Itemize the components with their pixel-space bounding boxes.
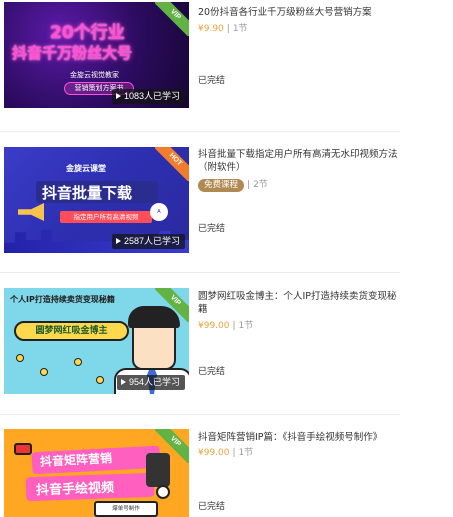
thumbnail-text: 个人IP打造持续卖货变现秘籍 [10, 295, 115, 304]
decorative-flower [96, 376, 104, 384]
course-price: ¥99.00 [198, 321, 230, 331]
thumbnail-text: 圆梦网红吸金博主 [14, 321, 129, 341]
divider [0, 272, 400, 273]
thumbnail-text: 抖音批量下载 [42, 184, 133, 202]
camera-icon [14, 443, 32, 455]
learner-count-badge: 1083人已学习 [111, 89, 185, 104]
course-thumbnail[interactable]: 20个行业 抖音千万粉丝大号 金旋云视觉教家 营销策划方案书 VIP 1083人… [4, 2, 189, 108]
course-status: 已完结 [198, 76, 226, 86]
course-thumbnail[interactable]: 个人IP打造持续卖货变现秘籍 圆梦网红吸金博主 VIP 954人已学习 [4, 288, 189, 394]
course-status: 已完结 [198, 367, 226, 377]
play-icon [120, 379, 126, 385]
course-meta: ¥99.00 | 1节 [198, 321, 254, 331]
learner-count-badge: 954人已学习 [116, 375, 185, 390]
course-title[interactable]: 抖音批量下载指定用户所有高清无水印视频方法（附软件） [198, 148, 398, 174]
hot-ribbon: HOT [155, 147, 189, 181]
lesson-count: 1节 [238, 321, 254, 331]
thumbnail-text: 金旋云视觉教家 [70, 71, 119, 79]
play-icon [115, 93, 121, 99]
course-meta: ¥99.00 | 1节 [198, 448, 254, 458]
course-title[interactable]: 20份抖音各行业千万级粉丝大号营销方案 [198, 6, 398, 19]
course-title[interactable]: 圆梦网红吸金博主：个人IP打造持续卖货变现秘籍 [198, 290, 398, 316]
free-course-tag: 免费课程 [198, 179, 245, 192]
course-status: 已完结 [198, 224, 226, 234]
course-meta: 免费课程 | 2节 [198, 179, 268, 192]
lesson-count: 1节 [232, 24, 248, 34]
learner-count-badge: 2587人已学习 [111, 234, 185, 249]
divider [0, 131, 400, 132]
thumbnail-text: 20个行业 [50, 23, 125, 43]
thumbnail-text: 指定用户所有高清视频 [60, 211, 152, 223]
divider [0, 414, 400, 415]
lesson-count: 2节 [253, 180, 268, 190]
thumbnail-text: 抖音千万粉丝大号 [12, 44, 133, 62]
play-icon [115, 238, 121, 244]
course-title[interactable]: 抖音矩阵营销IP篇：《抖音手绘视频号制作》 [198, 431, 398, 444]
course-thumbnail[interactable]: 抖音矩阵营销 抖音手绘视频 爆单号制作 VIP [4, 429, 189, 517]
decorative-flower [16, 354, 24, 362]
decorative-flower [74, 358, 82, 366]
course-price: ¥99.00 [198, 448, 230, 458]
vip-ribbon: VIP [155, 429, 189, 463]
lesson-count: 1节 [238, 448, 254, 458]
thumbnail-text: 金旋云课堂 [66, 164, 106, 173]
course-meta: ¥9.90 | 1节 [198, 24, 248, 34]
thumbnail-text: 抖音手绘视频 [35, 480, 115, 499]
thumbnail-text: 爆单号制作 [94, 501, 158, 517]
vip-ribbon: VIP [155, 288, 189, 322]
vip-ribbon: VIP [155, 2, 189, 36]
decorative-flower [40, 368, 48, 376]
course-status: 已完结 [198, 502, 226, 512]
course-thumbnail[interactable]: 金旋云课堂 抖音批量下载 指定用户所有高清视频 A HOT 2587人已学习 [4, 147, 189, 253]
magnifier-icon [156, 485, 170, 499]
course-price: ¥9.90 [198, 24, 224, 34]
megaphone-icon [18, 203, 44, 221]
user-badge-icon: A [150, 203, 168, 221]
